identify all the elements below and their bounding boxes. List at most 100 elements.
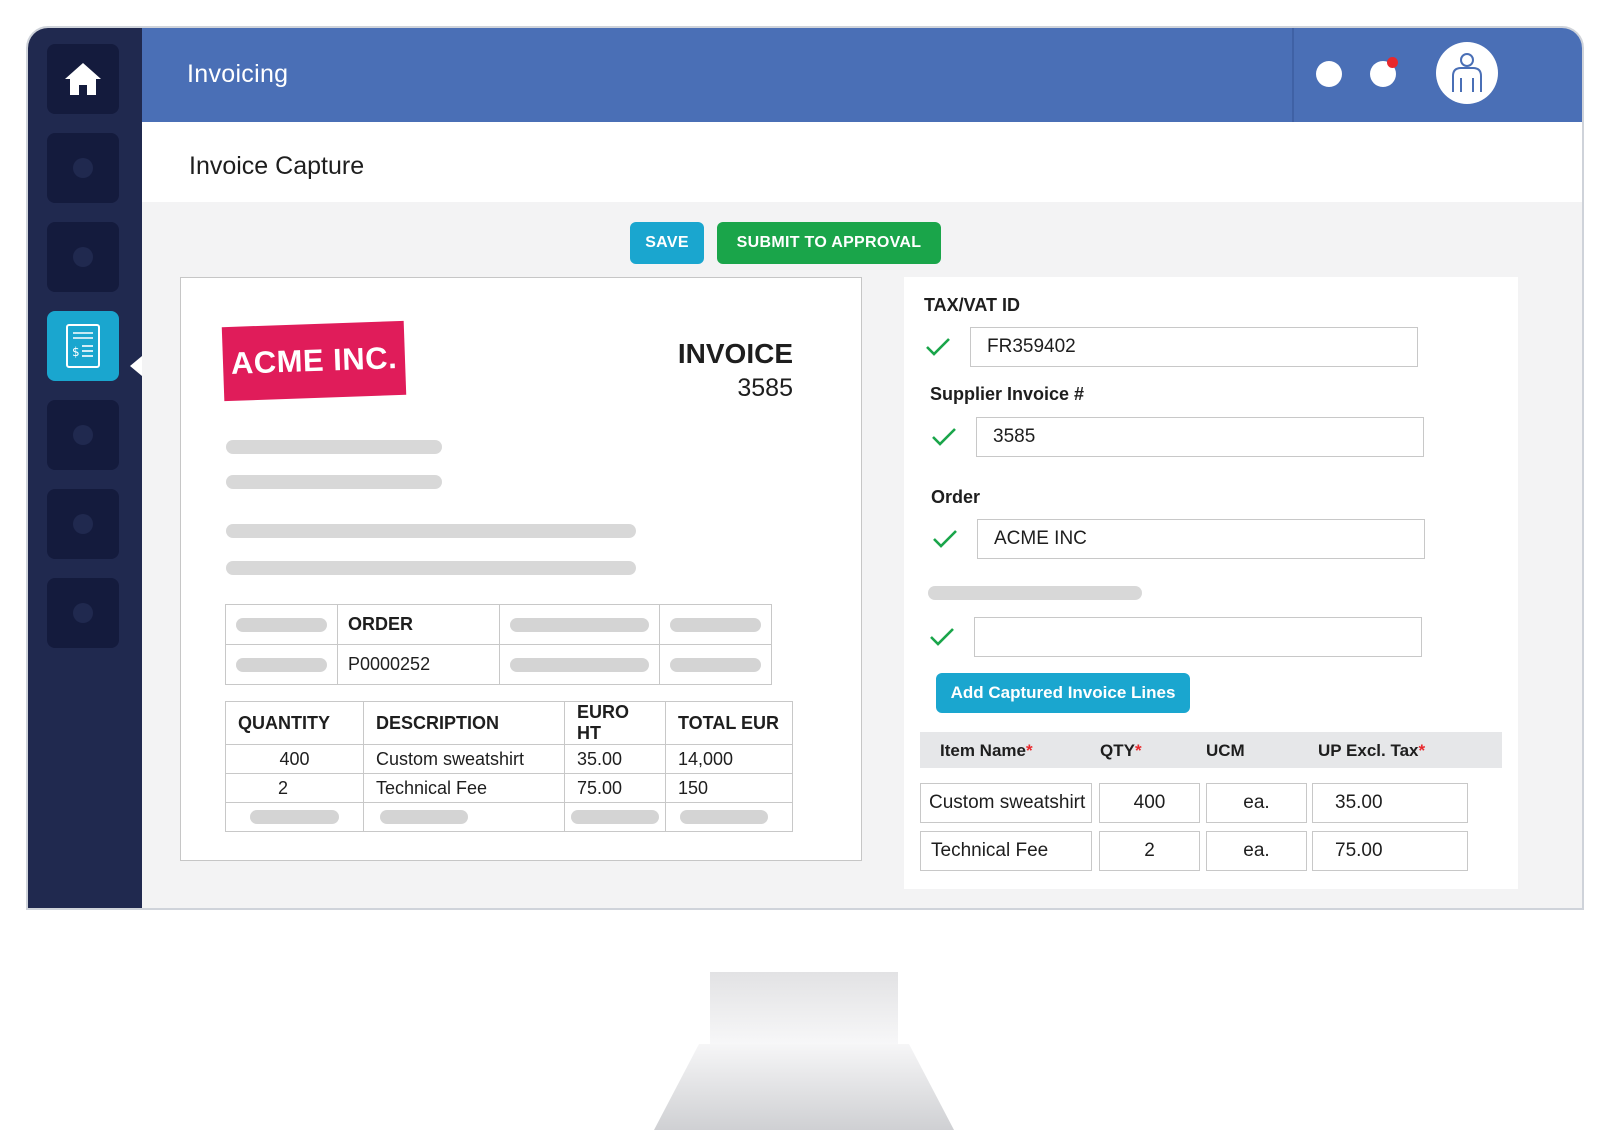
invoice-lines-grid-header: Item Name* QTY* UCM UP Excl. Tax*: [920, 732, 1502, 768]
placeholder-pill: [571, 810, 659, 824]
placeholder-pill: [250, 810, 339, 824]
table-cell: [499, 644, 660, 685]
sidebar: $: [28, 28, 142, 908]
submit-to-approval-button[interactable]: SUBMIT TO APPROVAL: [717, 222, 941, 264]
sidebar-item-home[interactable]: [47, 44, 119, 114]
tax-id-label: TAX/VAT ID: [924, 295, 1020, 315]
sub-header: Invoice Capture: [142, 122, 1582, 202]
sidebar-item-6[interactable]: [47, 489, 119, 559]
placeholder-pill: [510, 617, 649, 632]
column-ucm: UCM: [1206, 741, 1245, 760]
placeholder-label: [928, 586, 1142, 600]
check-icon: [926, 338, 950, 356]
table-cell: 75.00: [564, 773, 666, 803]
column-header: QUANTITY: [225, 701, 364, 745]
placeholder-line: [226, 524, 636, 538]
empty-field[interactable]: [974, 617, 1422, 657]
placeholder-line: [226, 475, 442, 489]
table-row: [225, 802, 793, 832]
supplier-invoice-label: Supplier Invoice #: [930, 384, 1085, 404]
column-up-excl-tax: UP Excl. Tax*: [1318, 741, 1426, 760]
check-icon: [930, 628, 954, 646]
unit-price-input[interactable]: 35.00: [1312, 783, 1468, 823]
svg-text:$: $: [72, 345, 80, 359]
main-content: SAVE SUBMIT TO APPROVAL ACME INC. INVOIC…: [142, 202, 1582, 908]
tax-id-field[interactable]: FR359402: [970, 327, 1418, 367]
home-icon: [65, 63, 101, 95]
ucm-input[interactable]: ea.: [1206, 831, 1307, 871]
menu-dot-icon[interactable]: [1316, 61, 1342, 87]
monitor-stand-base: [654, 1044, 954, 1130]
placeholder-pill: [670, 617, 761, 632]
table-cell: [499, 604, 660, 645]
invoice-preview: ACME INC. INVOICE 3585 ORDER P0000252 QU…: [180, 277, 862, 861]
column-qty: QTY*: [1100, 741, 1142, 760]
invoice-number: 3585: [737, 374, 793, 402]
order-table: ORDER P0000252: [225, 604, 772, 685]
qty-input[interactable]: 2: [1099, 831, 1200, 871]
topbar-divider: [1292, 28, 1294, 122]
item-name-input[interactable]: Custom sweatshirt: [920, 783, 1092, 823]
table-cell: 150: [665, 773, 793, 803]
table-cell: [659, 604, 772, 645]
placeholder-pill: [236, 617, 327, 632]
sidebar-item-2[interactable]: [47, 133, 119, 203]
add-captured-invoice-lines-button[interactable]: Add Captured Invoice Lines: [936, 673, 1190, 713]
table-cell: [659, 644, 772, 685]
table-row: 2 Technical Fee 75.00 150: [225, 773, 793, 803]
notification-icon[interactable]: [1370, 57, 1398, 87]
save-button[interactable]: SAVE: [630, 222, 704, 264]
column-header: TOTAL EUR: [665, 701, 793, 745]
placeholder-line: [226, 561, 636, 575]
qty-input[interactable]: 400: [1099, 783, 1200, 823]
ucm-input[interactable]: ea.: [1206, 783, 1307, 823]
placeholder-icon: [73, 514, 93, 534]
order-header: ORDER: [337, 604, 500, 645]
page-title: Invoice Capture: [189, 152, 365, 180]
placeholder-pill: [670, 657, 761, 672]
order-value: P0000252: [337, 644, 500, 685]
invoice-icon: $: [66, 324, 100, 368]
check-icon: [933, 530, 957, 548]
invoice-lines-table: QUANTITY DESCRIPTION EURO HT TOTAL EUR 4…: [225, 701, 793, 832]
table-cell: [225, 604, 338, 645]
order-label: Order: [931, 487, 981, 507]
table-cell: 2: [225, 773, 364, 803]
sidebar-item-3[interactable]: [47, 222, 119, 292]
company-logo: ACME INC.: [221, 320, 407, 402]
table-cell: [225, 802, 364, 832]
order-field[interactable]: ACME INC: [977, 519, 1425, 559]
sidebar-item-5[interactable]: [47, 400, 119, 470]
column-item-name: Item Name*: [940, 741, 1033, 760]
invoice-title: INVOICE: [677, 338, 793, 369]
table-cell: [363, 802, 565, 832]
supplier-invoice-field[interactable]: 3585: [976, 417, 1424, 457]
app-title: Invoicing: [187, 60, 289, 88]
placeholder-icon: [73, 425, 93, 445]
table-cell: Custom sweatshirt: [363, 744, 565, 774]
item-name-input[interactable]: Technical Fee: [920, 831, 1092, 871]
sidebar-item-invoicing[interactable]: $: [47, 311, 119, 381]
column-header: DESCRIPTION: [363, 701, 565, 745]
placeholder-icon: [73, 603, 93, 623]
monitor-screen: $ Invoicing Invoice Capture SAVE SUBMIT …: [26, 26, 1584, 910]
placeholder-pill: [236, 657, 327, 672]
top-bar: Invoicing: [142, 28, 1582, 122]
unit-price-input[interactable]: 75.00: [1312, 831, 1468, 871]
avatar[interactable]: [1436, 42, 1498, 104]
table-cell: [564, 802, 666, 832]
table-cell: [225, 644, 338, 685]
placeholder-pill: [680, 810, 768, 824]
table-cell: 35.00: [564, 744, 666, 774]
table-cell: 400: [225, 744, 364, 774]
placeholder-icon: [73, 158, 93, 178]
placeholder-icon: [73, 247, 93, 267]
check-icon: [932, 428, 956, 446]
notification-badge: [1387, 57, 1398, 68]
active-pointer: [130, 356, 142, 376]
capture-form-panel: TAX/VAT ID FR359402 Supplier Invoice # 3…: [904, 277, 1518, 889]
user-icon: [1452, 53, 1482, 92]
sidebar-item-7[interactable]: [47, 578, 119, 648]
table-cell: 14,000: [665, 744, 793, 774]
placeholder-line: [226, 440, 442, 454]
